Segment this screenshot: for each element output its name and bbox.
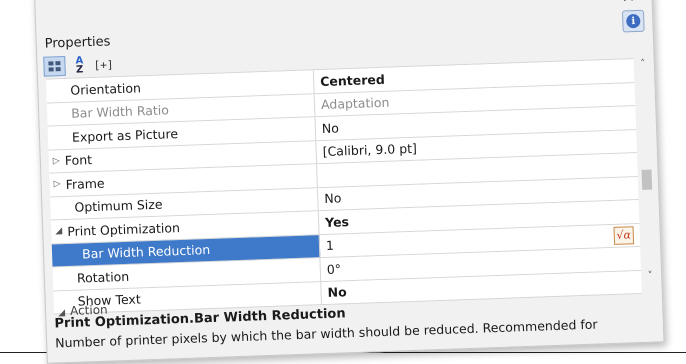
info-button[interactable]: i	[621, 9, 645, 33]
sort-alphabetical-button[interactable]: AZ	[69, 55, 90, 76]
expand-all-icon: [+]	[93, 57, 114, 72]
sort-alphabetical-icon: AZ	[75, 55, 84, 76]
categorized-view-icon	[48, 61, 61, 72]
info-icon: i	[626, 13, 641, 29]
panel-title: Properties	[44, 34, 111, 52]
close-icon[interactable]: ×	[621, 0, 636, 7]
scroll-up-icon[interactable]: ˄	[636, 58, 650, 72]
scroll-down-icon[interactable]: ˅	[643, 269, 657, 283]
expand-all-button[interactable]: [+]	[93, 55, 114, 74]
toolbar: AZ [+]	[43, 54, 114, 77]
title-bar: ×	[35, 0, 652, 37]
properties-panel: × Properties i AZ [+] Orientation Center…	[34, 0, 665, 364]
expand-caret-icon[interactable]: ▷	[53, 156, 65, 166]
categorized-view-button[interactable]	[43, 55, 66, 77]
collapse-caret-icon[interactable]: ◢	[55, 226, 67, 236]
scroll-thumb[interactable]	[641, 169, 653, 190]
property-grid: Orientation Centered Bar Width Ratio Ada…	[45, 58, 642, 315]
expand-caret-icon[interactable]: ▷	[53, 179, 65, 189]
formula-button[interactable]: √α	[613, 225, 635, 245]
